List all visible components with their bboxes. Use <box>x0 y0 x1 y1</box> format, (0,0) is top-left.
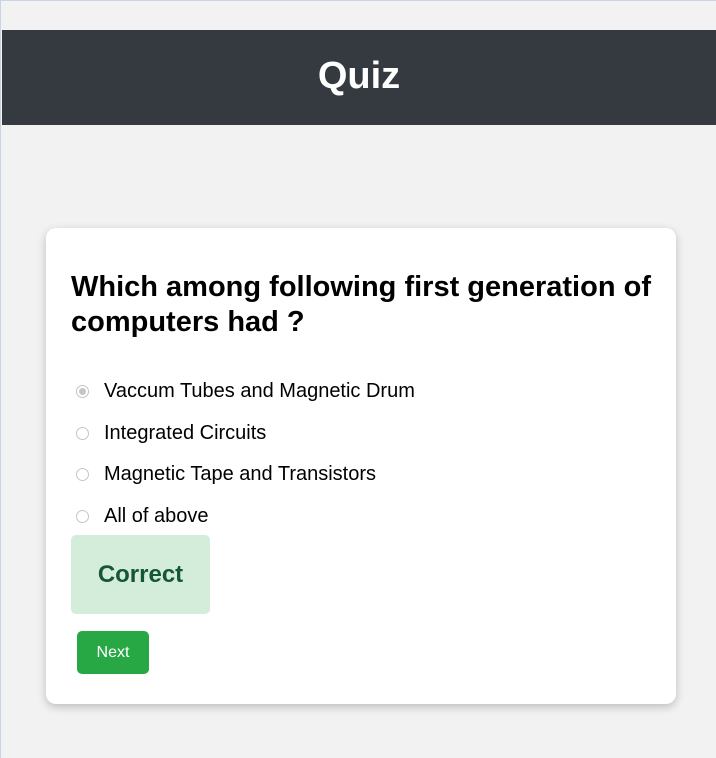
answer-option-label: Magnetic Tape and Transistors <box>104 463 377 486</box>
answer-radio-2[interactable] <box>76 426 89 440</box>
quiz-header: Quiz <box>2 30 716 125</box>
answer-option-3[interactable]: Magnetic Tape and Transistors <box>76 454 415 496</box>
answer-option-1[interactable]: Vaccum Tubes and Magnetic Drum <box>76 371 415 413</box>
answer-options: Vaccum Tubes and Magnetic Drum Integrate… <box>76 371 415 537</box>
answer-option-4[interactable]: All of above <box>76 496 415 538</box>
feedback-box: Correct <box>71 535 210 614</box>
answer-option-label: Vaccum Tubes and Magnetic Drum <box>104 380 415 403</box>
answer-radio-4[interactable] <box>76 509 89 523</box>
answer-option-2[interactable]: Integrated Circuits <box>76 413 415 455</box>
question-text: Which among following first generation o… <box>71 271 651 338</box>
answer-option-label: Integrated Circuits <box>104 421 267 444</box>
feedback-text: Correct <box>97 560 184 588</box>
next-button[interactable]: Next <box>77 631 149 674</box>
quiz-card: Which among following first generation o… <box>46 228 676 704</box>
answer-option-label: All of above <box>104 504 209 527</box>
answer-radio-3[interactable] <box>76 468 89 482</box>
answer-radio-1[interactable] <box>76 385 89 399</box>
page-title: Quiz <box>317 55 401 97</box>
